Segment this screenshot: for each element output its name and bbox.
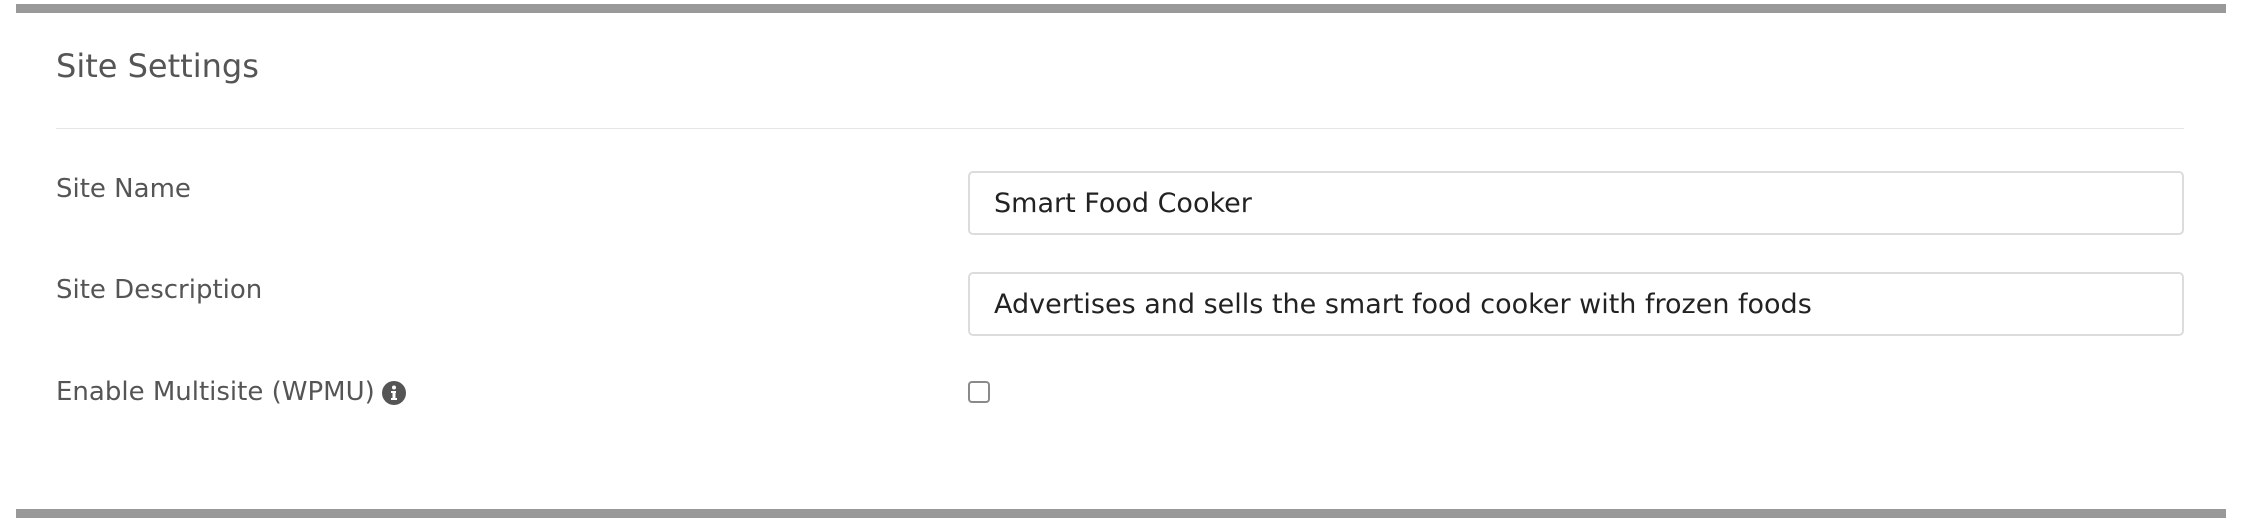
site-description-input[interactable] [968, 272, 2184, 336]
panel-top-border [16, 4, 2226, 13]
multisite-label: Enable Multisite (WPMU) [56, 377, 375, 407]
site-description-label: Site Description [56, 275, 263, 305]
panel-bottom-border [16, 509, 2226, 518]
site-name-label: Site Name [56, 174, 191, 204]
site-name-input[interactable] [968, 171, 2184, 235]
panel-title: Site Settings [56, 47, 259, 85]
panel-header-divider [56, 128, 2184, 129]
multisite-checkbox[interactable] [968, 381, 990, 403]
multisite-label-row: Enable Multisite (WPMU) [56, 375, 407, 409]
info-icon[interactable] [381, 380, 407, 406]
